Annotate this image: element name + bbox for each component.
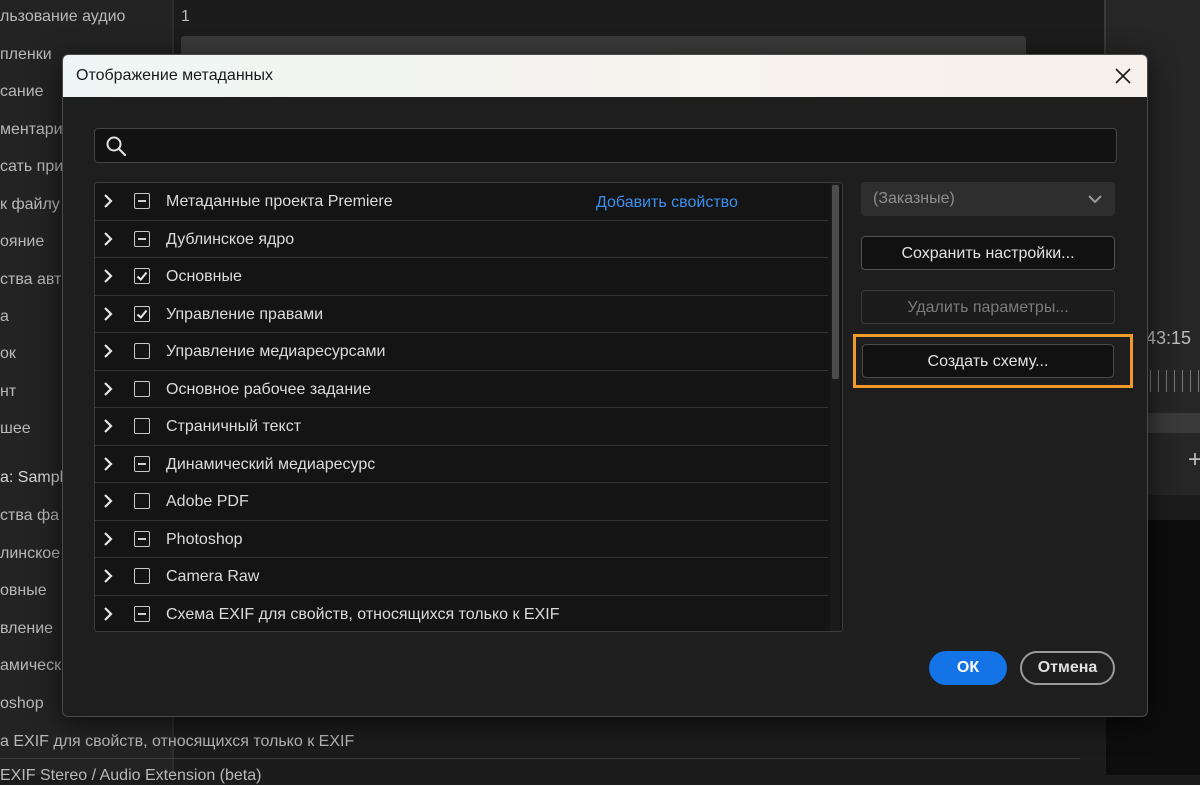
chevron-right-icon[interactable] (101, 306, 115, 321)
background-label: ок (0, 345, 16, 362)
dialog-titlebar: Отображение метаданных (63, 55, 1147, 97)
checkmark-icon (136, 309, 148, 319)
schema-row-label: Схема EXIF для свойств, относящихся толь… (166, 605, 560, 623)
schema-row-label: Динамический медиаресурс (166, 455, 376, 473)
schema-row-label: Страничный текст (166, 418, 302, 435)
background-label: ояние (0, 233, 45, 250)
schema-row[interactable]: Дублинское ядро (95, 221, 828, 258)
schema-rows: Метаданные проекта Premiere Добавить свой… (95, 183, 828, 632)
schema-row-label: Photoshop (166, 530, 243, 548)
search-input[interactable] (135, 129, 1109, 164)
metadata-display-dialog: Отображение метаданных Метаданные проект… (62, 54, 1148, 717)
schema-row[interactable]: Photoshop (95, 521, 828, 558)
schema-row-label: Управление правами (166, 305, 324, 323)
background-label: линское (0, 545, 61, 562)
schema-row[interactable]: Схема EXIF для свойств, относящихся толь… (95, 596, 828, 632)
background-label: а EXIF для свойств, относящихся только к… (0, 733, 355, 750)
save-settings-button[interactable]: Сохранить настройки... (861, 236, 1115, 270)
schema-checkbox[interactable] (134, 268, 150, 284)
schema-checkbox[interactable] (134, 493, 150, 509)
dialog-title: Отображение метаданных (76, 67, 273, 84)
background-label: шее (0, 420, 31, 437)
background-label: амически (0, 657, 71, 674)
chevron-down-icon (1088, 195, 1102, 204)
chevron-right-icon[interactable] (101, 456, 115, 471)
schema-row[interactable]: Adobe PDF (95, 483, 828, 521)
schema-row-label: Основное рабочее задание (166, 380, 371, 398)
schema-row-label: Camera Raw (166, 568, 260, 585)
schema-row[interactable]: Основные (95, 258, 828, 296)
background-label: oshop (0, 695, 44, 712)
chevron-right-icon[interactable] (101, 531, 115, 546)
schema-row[interactable]: Метаданные проекта Premiere Добавить свой… (95, 183, 828, 221)
background-label: к файлу (0, 196, 60, 213)
search-icon (106, 136, 127, 157)
background-label: льзование аудио (0, 8, 126, 25)
chevron-right-icon[interactable] (101, 569, 115, 583)
ok-button[interactable]: ОК (929, 651, 1007, 685)
time-ruler (1150, 370, 1200, 392)
background-label: нт (0, 383, 17, 400)
divider (0, 758, 1080, 759)
cancel-button[interactable]: Отмена (1020, 651, 1115, 685)
background-label: пленки (0, 46, 52, 63)
schema-row[interactable]: Управление правами (95, 296, 828, 333)
schema-checkbox[interactable] (134, 530, 150, 547)
audio-value: 1 (181, 8, 190, 25)
preset-value: (Заказные) (873, 190, 955, 207)
schema-row-label: Метаданные проекта Premiere (166, 193, 393, 210)
schema-checkbox[interactable] (134, 343, 150, 359)
schema-row-label: Основные (166, 268, 242, 285)
background-label: а (0, 308, 9, 325)
schema-row[interactable]: Основное рабочее задание (95, 371, 828, 408)
timecode: 43:15 (1146, 328, 1192, 348)
background-label: ментарий (0, 121, 72, 138)
schema-checkbox[interactable] (134, 380, 150, 397)
chevron-right-icon[interactable] (101, 606, 115, 621)
search-box[interactable] (94, 128, 1117, 164)
chevron-right-icon[interactable] (101, 494, 115, 508)
background-label: EXIF Stereo / Audio Extension (beta) (0, 767, 262, 784)
add-icon[interactable]: + (1188, 446, 1200, 474)
background-label: ства фа (0, 507, 60, 524)
add-property-link[interactable]: Добавить свойство (596, 194, 738, 212)
schema-row-label: Управление медиаресурсами (166, 343, 386, 360)
chevron-right-icon[interactable] (101, 419, 115, 433)
schema-checkbox[interactable] (134, 605, 150, 622)
schema-row-label: Adobe PDF (166, 493, 249, 510)
schema-checkbox[interactable] (134, 568, 150, 584)
schema-checkbox[interactable] (134, 418, 150, 434)
time-track (1146, 413, 1200, 433)
schema-row[interactable]: Camera Raw (95, 558, 828, 596)
schema-row[interactable]: Управление медиаресурсами (95, 333, 828, 371)
schema-checkbox[interactable] (134, 455, 150, 472)
schema-checkbox[interactable] (134, 193, 150, 209)
background-label: а: Sampl (0, 469, 64, 486)
chevron-right-icon[interactable] (101, 194, 115, 208)
schema-checkbox[interactable] (134, 305, 150, 322)
checkmark-icon (136, 271, 148, 281)
schema-row[interactable]: Динамический медиаресурс (95, 446, 828, 483)
chevron-right-icon[interactable] (101, 344, 115, 358)
schema-row-label: Дублинское ядро (166, 230, 295, 248)
schema-row[interactable]: Страничный текст (95, 408, 828, 446)
create-schema-button[interactable]: Создать схему... (862, 344, 1114, 378)
background-label: сать при (0, 158, 64, 175)
close-icon (1115, 68, 1131, 84)
background-label: ства авто (0, 271, 71, 288)
scrollbar[interactable] (830, 183, 840, 631)
schema-checkbox[interactable] (134, 230, 150, 247)
background-label: вление (0, 620, 54, 637)
scrollbar-thumb[interactable] (832, 185, 839, 379)
preset-dropdown[interactable]: (Заказные) (861, 182, 1115, 216)
chevron-right-icon[interactable] (101, 381, 115, 396)
background-label: овные (0, 582, 47, 599)
close-button[interactable] (1111, 64, 1135, 88)
chevron-right-icon[interactable] (101, 231, 115, 246)
background-label: сание (0, 83, 44, 100)
metadata-schema-list: Метаданные проекта Premiere Добавить свой… (94, 182, 843, 632)
delete-settings-button[interactable]: Удалить параметры... (861, 290, 1115, 324)
chevron-right-icon[interactable] (101, 269, 115, 283)
